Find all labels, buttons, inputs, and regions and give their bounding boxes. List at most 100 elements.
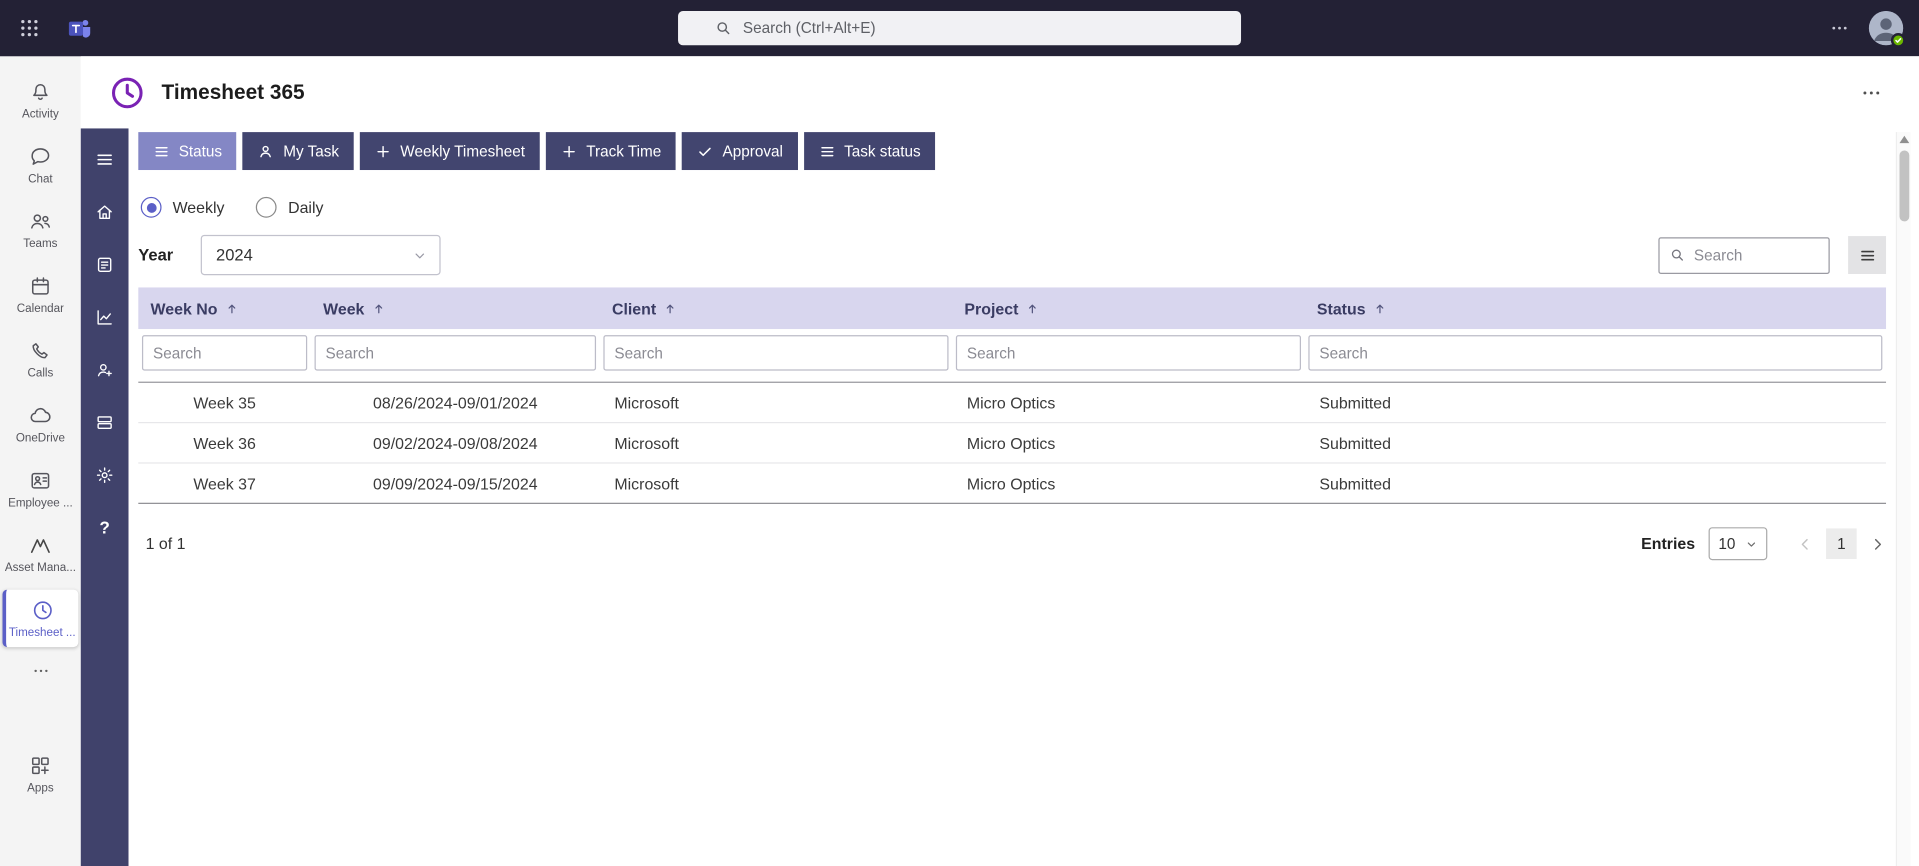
- column-header-week[interactable]: Week: [311, 287, 600, 329]
- cell-project: Micro Optics: [966, 473, 1056, 493]
- radio-daily[interactable]: Daily: [256, 196, 323, 218]
- chevron-down-icon: [1747, 541, 1756, 547]
- app-shell: Activity Chat Teams Calendar Calls OneDr…: [0, 56, 1919, 866]
- radio-label: Weekly: [172, 198, 225, 217]
- sidebar-item-calendar[interactable]: Calendar: [2, 265, 78, 322]
- avatar[interactable]: [1868, 11, 1906, 48]
- sidebar-item-timesheet[interactable]: Timesheet ...: [2, 589, 79, 648]
- sidebar-item-chat[interactable]: Chat: [2, 136, 78, 193]
- cell-client: Microsoft: [614, 393, 679, 412]
- topbar-more-icon[interactable]: [1830, 18, 1850, 38]
- app-header: Timesheet 365: [81, 56, 1919, 128]
- page-info: 1 of 1: [145, 534, 186, 553]
- tab-label: Approval: [722, 142, 783, 160]
- cards-icon[interactable]: [86, 401, 123, 443]
- table-row[interactable]: Week 37 09/09/2024-09/15/2024 Microsoft …: [138, 464, 1887, 504]
- calendar-icon: [28, 273, 52, 297]
- sidebar-item-onedrive[interactable]: OneDrive: [2, 395, 78, 452]
- vertical-scrollbar[interactable]: [1895, 132, 1911, 866]
- people-icon: [28, 209, 52, 233]
- tab-label: Track Time: [586, 142, 662, 160]
- scrollbar-thumb[interactable]: [1899, 150, 1910, 222]
- cell-project: Micro Optics: [966, 433, 1056, 452]
- sidebar-item-label: Calls: [27, 366, 54, 380]
- page-1-button[interactable]: 1: [1826, 528, 1857, 560]
- filter-status-input[interactable]: [1308, 335, 1883, 371]
- column-header-status[interactable]: Status: [1305, 287, 1886, 329]
- prev-page-icon[interactable]: [1797, 535, 1814, 552]
- sidebar-item-label: Asset Mana...: [4, 560, 76, 575]
- list-icon: [1860, 250, 1874, 260]
- table-row[interactable]: Week 35 08/26/2024-09/01/2024 Microsoft …: [138, 383, 1887, 424]
- sort-asc-icon: [1029, 303, 1036, 313]
- main-content: Status My Task Weekly Timesheet Track Ti…: [129, 128, 1919, 866]
- view-toggle: Weekly Daily: [138, 196, 1886, 218]
- help-icon[interactable]: [86, 506, 123, 548]
- tab-approval[interactable]: Approval: [682, 132, 798, 171]
- table-search[interactable]: [1658, 236, 1830, 274]
- menu-icon[interactable]: [86, 138, 123, 180]
- search-icon: [715, 20, 732, 37]
- teams-logo-icon[interactable]: [59, 0, 101, 56]
- tab-label: Status: [178, 142, 223, 160]
- entries-select[interactable]: 10: [1708, 527, 1768, 561]
- journal-icon[interactable]: [86, 243, 123, 285]
- sidebar-item-employee-directory[interactable]: Employee ...: [2, 460, 78, 517]
- rail-more-icon[interactable]: [2, 658, 78, 682]
- sidebar-item-teams[interactable]: Teams: [2, 201, 78, 258]
- cell-status: Submitted: [1319, 473, 1392, 493]
- person-add-icon[interactable]: [86, 349, 123, 391]
- app-launcher-icon[interactable]: [0, 0, 59, 56]
- global-search-input[interactable]: [742, 19, 1242, 37]
- home-icon[interactable]: [86, 191, 123, 233]
- table-body: Week 35 08/26/2024-09/01/2024 Microsoft …: [138, 383, 1887, 504]
- scroll-up-icon[interactable]: [1899, 135, 1910, 144]
- year-label: Year: [138, 245, 174, 265]
- column-header-week-no[interactable]: Week No: [138, 287, 311, 329]
- entries-label: Entries: [1641, 534, 1696, 553]
- timesheet-table: Week No Week Client Project Status Searc…: [138, 287, 1887, 504]
- sidebar-item-activity[interactable]: Activity: [2, 71, 78, 128]
- sort-asc-icon: [1376, 303, 1384, 313]
- gear-icon[interactable]: [86, 454, 123, 496]
- sidebar-item-calls[interactable]: Calls: [2, 330, 78, 387]
- column-header-project[interactable]: Project: [952, 287, 1304, 329]
- sidebar-item-label: Activity: [21, 107, 59, 121]
- filter-project-input[interactable]: [955, 335, 1302, 371]
- table-row[interactable]: Week 36 09/02/2024-09/08/2024 Microsoft …: [138, 423, 1887, 464]
- cell-status: Submitted: [1319, 393, 1392, 412]
- sidebar-item-asset-management[interactable]: Asset Mana...: [2, 525, 78, 582]
- sidebar-item-label: Apps: [27, 781, 54, 795]
- cell-week: 08/26/2024-09/01/2024: [373, 393, 538, 412]
- chat-icon: [28, 144, 52, 168]
- rail-spacer: [0, 685, 81, 741]
- column-header-client[interactable]: Client: [600, 287, 952, 329]
- table-header-row: Week No Week Client Project Status: [138, 287, 1887, 330]
- table-filter-row: [138, 329, 1887, 383]
- tab-status[interactable]: Status: [138, 132, 237, 171]
- filter-client-input[interactable]: [603, 335, 949, 371]
- next-page-icon[interactable]: [1869, 535, 1886, 552]
- year-select[interactable]: 2024: [200, 234, 441, 276]
- list-view-button[interactable]: [1848, 236, 1887, 274]
- search-icon: [1669, 247, 1685, 263]
- global-search[interactable]: [678, 11, 1242, 46]
- sidebar-item-label: Employee ...: [8, 496, 73, 510]
- app-body: Status My Task Weekly Timesheet Tra: [80, 128, 1919, 866]
- tab-weekly-timesheet[interactable]: Weekly Timesheet: [359, 132, 540, 171]
- cell-week-no: Week 36: [193, 433, 256, 452]
- filter-week-no-input[interactable]: [141, 335, 308, 371]
- tab-task-status[interactable]: Task status: [803, 132, 936, 171]
- sidebar-item-apps[interactable]: Apps: [2, 745, 78, 802]
- app-more-icon[interactable]: [1860, 81, 1882, 103]
- tab-my-task[interactable]: My Task: [242, 132, 354, 171]
- table-search-input[interactable]: [1693, 246, 1819, 264]
- tab-track-time[interactable]: Track Time: [545, 132, 676, 171]
- radio-weekly[interactable]: Weekly: [140, 196, 225, 218]
- tab-label: Task status: [844, 142, 921, 160]
- filter-week-input[interactable]: [314, 335, 597, 371]
- topbar-actions: [1830, 11, 1919, 48]
- cell-client: Microsoft: [614, 473, 679, 493]
- chart-icon[interactable]: [86, 296, 123, 338]
- presence-available-icon: [1890, 33, 1906, 48]
